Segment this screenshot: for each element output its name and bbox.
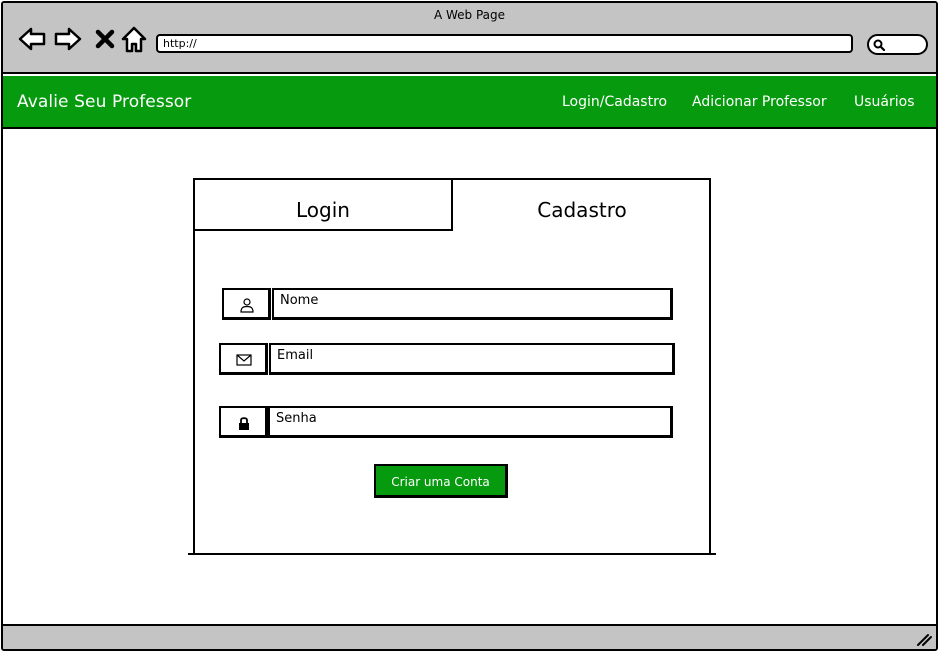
browser-search-box[interactable]: [867, 34, 928, 55]
forward-arrow-icon[interactable]: [53, 24, 83, 54]
card-divider: [188, 553, 716, 555]
email-field[interactable]: Email: [269, 343, 675, 375]
home-icon[interactable]: [119, 24, 149, 54]
stop-x-icon[interactable]: [90, 24, 120, 54]
lock-icon: [219, 406, 268, 438]
app-navbar: Avalie Seu Professor Login/Cadastro Adic…: [3, 76, 936, 129]
nav-link-adicionar-professor[interactable]: Adicionar Professor: [692, 94, 827, 110]
resize-grip-icon[interactable]: [916, 630, 932, 646]
name-field[interactable]: Nome: [272, 288, 673, 320]
search-icon: [873, 39, 885, 51]
window-title: A Web Page: [433, 8, 506, 22]
email-field-row: Email: [219, 343, 675, 375]
name-field-row: Nome: [222, 288, 673, 320]
brand-title[interactable]: Avalie Seu Professor: [17, 92, 191, 112]
nav-link-login-cadastro[interactable]: Login/Cadastro: [562, 94, 667, 110]
password-field[interactable]: Senha: [268, 406, 673, 438]
nav-link-usuarios[interactable]: Usuários: [854, 94, 915, 110]
browser-chrome: A Web Page http://: [3, 3, 936, 74]
status-bar: [3, 624, 936, 649]
user-icon: [222, 288, 271, 320]
tab-cadastro[interactable]: Cadastro: [453, 180, 711, 230]
tab-login[interactable]: Login: [195, 180, 453, 231]
create-account-button[interactable]: Criar uma Conta: [374, 464, 508, 498]
back-arrow-icon[interactable]: [17, 24, 47, 54]
password-field-row: Senha: [219, 406, 673, 438]
envelope-icon: [219, 343, 268, 375]
browser-window: A Web Page http:// Avalie Seu Professor …: [1, 1, 938, 651]
url-input[interactable]: http://: [156, 34, 853, 53]
